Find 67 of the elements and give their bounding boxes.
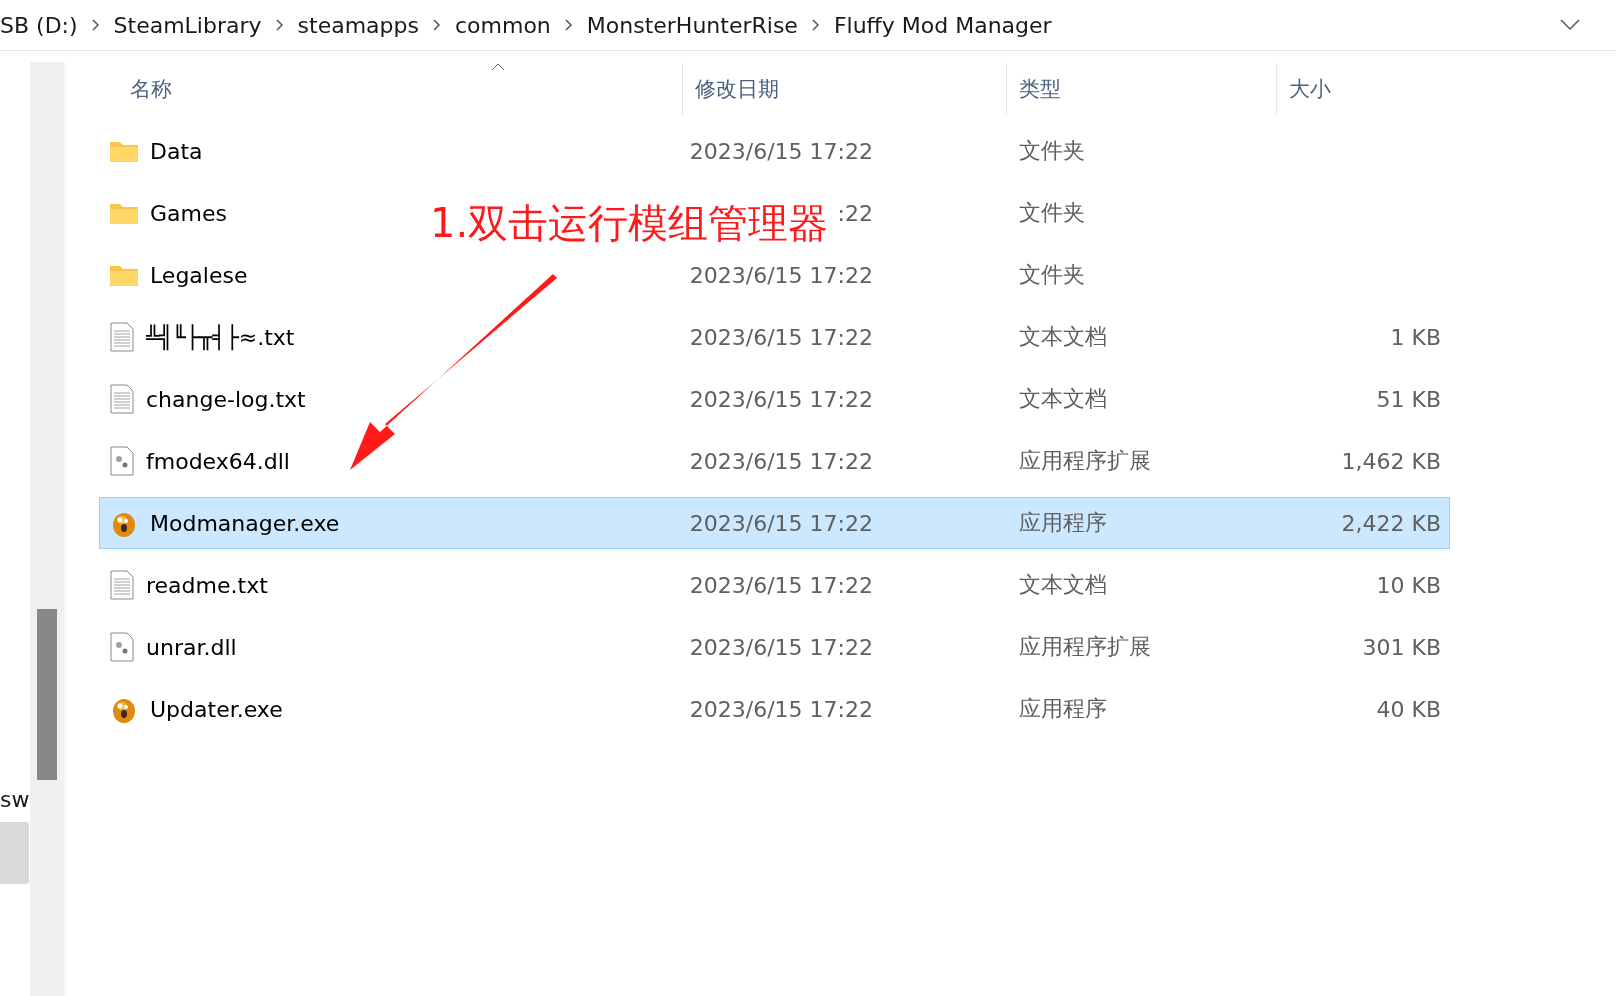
breadcrumb-item[interactable]: MonsterHunterRise — [586, 12, 798, 38]
file-date: 2023/6/15 17:22 — [689, 262, 873, 288]
breadcrumb-item[interactable]: SteamLibrary — [113, 12, 262, 38]
chevron-icon — [432, 19, 441, 31]
folder-icon — [110, 202, 138, 224]
file-date: :22 — [837, 200, 873, 226]
file-name: change-log.txt — [146, 386, 306, 412]
file-type: 应用程序 — [1018, 509, 1108, 537]
file-type: 应用程序扩展 — [1018, 447, 1152, 475]
column-header[interactable]: 修改日期 — [695, 75, 779, 103]
file-name: Modmanager.exe — [150, 510, 340, 536]
file-name: Updater.exe — [150, 696, 283, 722]
file-type: 文件夹 — [1018, 137, 1086, 165]
breadcrumb-item[interactable]: common — [454, 12, 551, 38]
file-date: 2023/6/15 17:22 — [689, 634, 873, 660]
column-header[interactable]: 类型 — [1019, 75, 1061, 103]
file-name: Legalese — [150, 262, 248, 288]
column-header[interactable]: 名称 — [130, 75, 172, 103]
breadcrumb-item[interactable]: SB (D:) — [0, 12, 78, 38]
annotation-text: 1.双击运行模组管理器 — [430, 199, 829, 248]
file-date: 2023/6/15 17:22 — [689, 324, 873, 350]
folder-icon — [110, 264, 138, 286]
file-name: unrar.dll — [146, 634, 237, 660]
scrollbar-thumb[interactable] — [37, 609, 57, 780]
file-name: fmodex64.dll — [146, 448, 290, 474]
file-row[interactable]: Modmanager.exe 2023/6/15 17:22 应用程序 2,422 KB — [99, 497, 1450, 549]
dropdown-icon[interactable] — [1560, 19, 1580, 31]
document-icon — [110, 384, 134, 414]
sidebar-text: sw — [0, 787, 30, 812]
file-name: Data — [150, 138, 203, 164]
file-type: 文件夹 — [1018, 261, 1086, 289]
file-date: 2023/6/15 17:22 — [689, 386, 873, 412]
breadcrumb-item[interactable]: steamapps — [297, 12, 419, 38]
file-date: 2023/6/15 17:22 — [689, 448, 873, 474]
gear-file-icon — [110, 446, 134, 476]
chevron-icon — [811, 19, 820, 31]
file-name: readme.txt — [146, 572, 268, 598]
file-type: 文件夹 — [1018, 199, 1086, 227]
file-date: 2023/6/15 17:22 — [689, 138, 873, 164]
column-header[interactable]: 大小 — [1289, 75, 1331, 103]
file-type: 应用程序扩展 — [1018, 633, 1152, 661]
file-size: 51 KB — [1376, 386, 1442, 412]
breadcrumb-item[interactable]: Fluffy Mod Manager — [833, 12, 1052, 38]
file-size: 1,462 KB — [1341, 448, 1442, 474]
gear-file-icon — [110, 632, 134, 662]
file-date: 2023/6/15 17:22 — [689, 572, 873, 598]
file-name: Games — [150, 200, 227, 226]
file-size: 10 KB — [1376, 572, 1442, 598]
chevron-icon — [275, 19, 284, 31]
file-type: 文本文档 — [1018, 571, 1108, 599]
chevron-icon — [91, 19, 100, 31]
scrollbar[interactable] — [30, 62, 66, 996]
file-name: ╩╣╙├╥╡├≈.txt — [146, 324, 295, 350]
file-date: 2023/6/15 17:22 — [689, 696, 873, 722]
file-size: 2,422 KB — [1341, 510, 1442, 536]
file-date: 2023/6/15 17:22 — [689, 510, 873, 536]
file-size: 1 KB — [1390, 324, 1442, 350]
file-type: 文本文档 — [1018, 323, 1108, 351]
file-type: 应用程序 — [1018, 695, 1108, 723]
file-size: 40 KB — [1376, 696, 1442, 722]
folder-icon — [110, 140, 138, 162]
document-icon — [110, 570, 134, 600]
file-type: 文本文档 — [1018, 385, 1108, 413]
file-size: 301 KB — [1362, 634, 1442, 660]
sort-icon — [491, 63, 505, 71]
document-icon — [110, 322, 134, 352]
chevron-icon — [564, 19, 573, 31]
